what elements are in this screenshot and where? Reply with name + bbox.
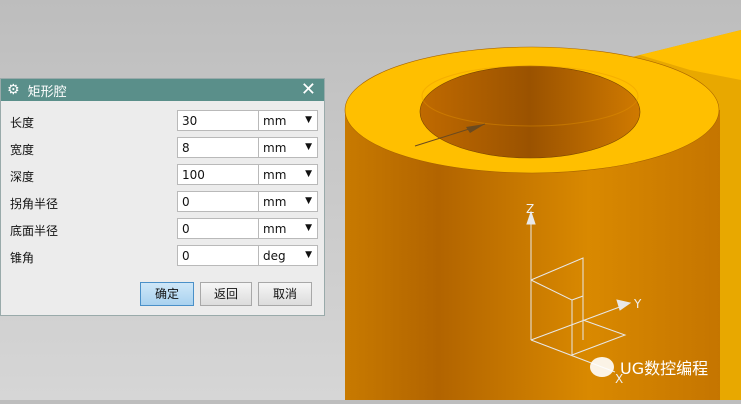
bore-hole (419, 65, 641, 159)
chevron-down-icon: ▼ (305, 169, 312, 179)
corner-radius-input[interactable]: 0 (177, 191, 259, 212)
corner-radius-unit-select[interactable]: mm ▼ (258, 191, 318, 212)
gear-icon: ⚙ (7, 82, 20, 98)
close-icon[interactable]: ✕ (301, 80, 316, 100)
field-row-floor-radius: 底面半径 0 mm ▼ (1, 215, 324, 242)
watermark: UG数控编程 (590, 355, 708, 379)
chevron-down-icon: ▼ (305, 250, 312, 260)
depth-unit-select[interactable]: mm ▼ (258, 164, 318, 185)
back-button[interactable]: 返回 (200, 282, 252, 306)
ok-button[interactable]: 确定 (140, 282, 194, 306)
width-unit-select[interactable]: mm ▼ (258, 137, 318, 158)
taper-angle-input[interactable]: 0 (177, 245, 259, 266)
field-label: 锥角 (10, 251, 35, 265)
length-unit-select[interactable]: mm ▼ (258, 110, 318, 131)
field-label: 底面半径 (10, 224, 59, 238)
field-row-taper-angle: 锥角 0 deg ▼ (1, 242, 324, 269)
watermark-text: UG数控编程 (620, 359, 709, 378)
wechat-icon (590, 357, 614, 377)
floor-radius-input[interactable]: 0 (177, 218, 259, 239)
axis-z-label: Z (526, 202, 534, 216)
chevron-down-icon: ▼ (305, 196, 312, 206)
chevron-down-icon: ▼ (305, 223, 312, 233)
length-input[interactable]: 30 (177, 110, 259, 131)
dialog-title-bar[interactable]: ⚙ 矩形腔 ✕ (1, 79, 324, 101)
axis-y-label: Y (633, 297, 642, 311)
depth-input[interactable]: 100 (177, 164, 259, 185)
field-row-length: 长度 30 mm ▼ (1, 107, 324, 134)
field-row-corner-radius: 拐角半径 0 mm ▼ (1, 188, 324, 215)
field-label: 拐角半径 (10, 197, 59, 211)
field-label: 长度 (10, 116, 35, 130)
dialog-title: 矩形腔 (27, 84, 67, 100)
cancel-button[interactable]: 取消 (258, 282, 312, 306)
rectangular-pocket-dialog: ⚙ 矩形腔 ✕ 长度 30 mm ▼ 宽度 8 mm ▼ 深度 100 mm ▼ 拐角… (0, 78, 325, 316)
chevron-down-icon: ▼ (305, 142, 312, 152)
field-label: 深度 (10, 170, 35, 184)
taper-angle-unit-select[interactable]: deg ▼ (258, 245, 318, 266)
chevron-down-icon: ▼ (305, 115, 312, 125)
field-row-width: 宽度 8 mm ▼ (1, 134, 324, 161)
field-label: 宽度 (10, 143, 35, 157)
floor-radius-unit-select[interactable]: mm ▼ (258, 218, 318, 239)
field-row-depth: 深度 100 mm ▼ (1, 161, 324, 188)
width-input[interactable]: 8 (177, 137, 259, 158)
